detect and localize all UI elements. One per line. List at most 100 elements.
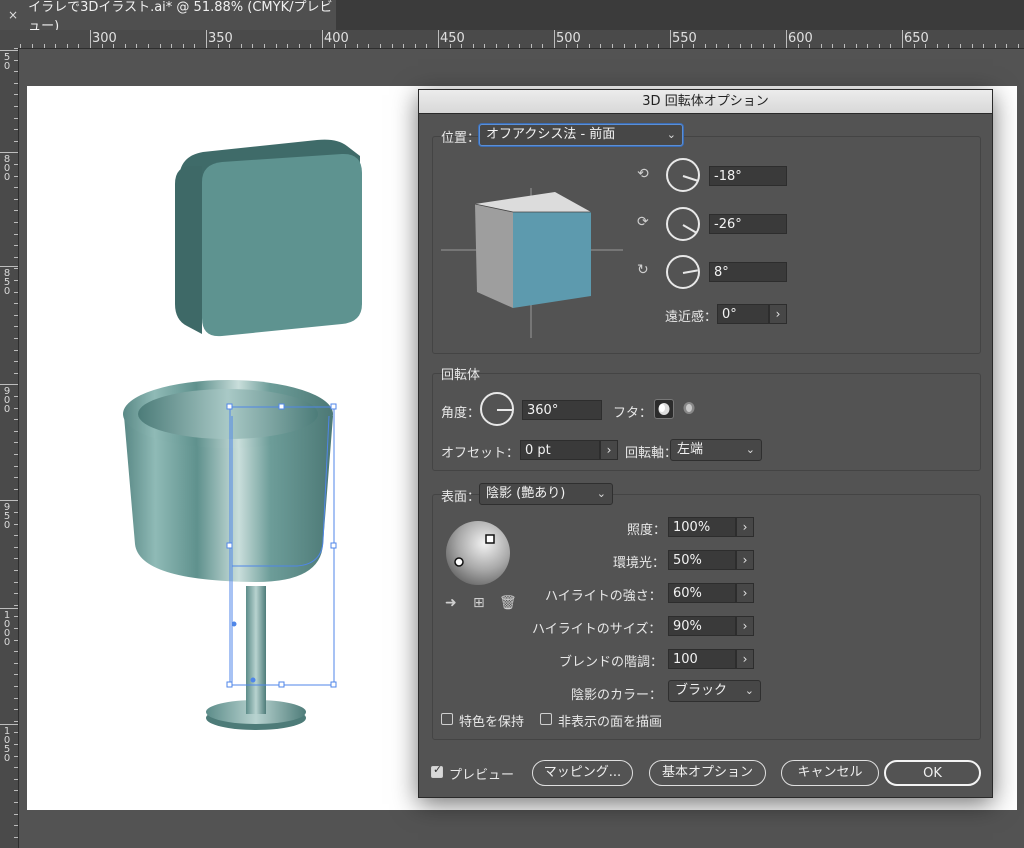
z-rotation-field[interactable]: 8° <box>709 262 787 282</box>
light-intensity-field[interactable]: 100% <box>668 517 736 537</box>
ruler-tick <box>14 384 18 386</box>
ruler-tick <box>14 488 18 490</box>
ruler-tick <box>14 222 18 223</box>
ruler-tick <box>14 790 18 792</box>
cancel-button[interactable]: キャンセル <box>781 760 879 786</box>
surface-select[interactable]: 陰影 (艶あり) ⌄ <box>479 483 613 505</box>
ruler-label: 400 <box>324 31 349 46</box>
ruler-tick <box>948 44 950 48</box>
ambient-light-field[interactable]: 50% <box>668 550 736 570</box>
ruler-major-tick <box>0 266 18 267</box>
ruler-tick <box>890 44 892 48</box>
offset-field[interactable]: 0 pt <box>520 440 600 460</box>
lighting-sphere[interactable] <box>445 520 511 586</box>
ruler-tick <box>14 593 18 595</box>
offset-slider-button[interactable]: › <box>600 440 618 460</box>
ruler-tick <box>14 256 18 258</box>
blend-steps-slider-button[interactable]: › <box>736 649 754 669</box>
x-rotation-dial[interactable] <box>666 158 700 192</box>
mapping-button[interactable]: マッピング... <box>532 760 633 786</box>
preserve-spot-checkbox[interactable] <box>441 713 453 725</box>
ruler-tick <box>484 44 486 48</box>
highlight-size-field[interactable]: 90% <box>668 616 736 636</box>
cap-label: フタ： <box>613 406 653 421</box>
y-rotation-dial[interactable] <box>666 207 700 241</box>
vertical-ruler[interactable]: 5 0 8 0 0 8 5 0 9 0 0 9 5 0 1 0 0 0 1 0 5 0 <box>0 48 19 848</box>
ruler-major-tick <box>438 30 439 48</box>
axis-value: 左端 <box>677 442 704 457</box>
ruler-tick <box>380 44 381 48</box>
cup-3d-object[interactable] <box>123 380 333 730</box>
ruler-tick <box>14 349 18 351</box>
ruler-tick <box>14 744 18 745</box>
ruler-tick <box>971 44 973 48</box>
rounded-block[interactable] <box>175 139 362 337</box>
perspective-slider-button[interactable]: › <box>769 304 787 324</box>
ambient-light-slider-button[interactable]: › <box>736 550 754 570</box>
highlight-size-slider-button[interactable]: › <box>736 616 754 636</box>
ruler-label: 5 0 <box>3 52 11 72</box>
ruler-tick <box>159 44 161 48</box>
cap-off-toggle[interactable] <box>680 399 700 419</box>
ruler-tick <box>867 44 869 48</box>
ruler-label: 9 0 0 <box>3 386 11 415</box>
ruler-tick <box>14 535 18 537</box>
light-intensity-slider-button[interactable]: › <box>736 517 754 537</box>
ruler-tick <box>14 419 18 421</box>
angle-field[interactable]: 360° <box>522 400 602 420</box>
cap-on-toggle[interactable] <box>654 399 674 419</box>
move-light-back-icon[interactable]: ➜ <box>445 595 457 611</box>
ruler-tick <box>14 117 18 119</box>
chevron-down-icon: ⌄ <box>745 443 755 456</box>
ruler-tick <box>994 44 996 48</box>
chevron-down-icon: ⌄ <box>744 684 754 697</box>
highlight-intensity-slider-button[interactable]: › <box>736 583 754 603</box>
light-intensity-label: 照度： <box>627 523 667 538</box>
z-rotation-dial[interactable] <box>666 255 700 289</box>
draw-hidden-faces-checkbox[interactable] <box>540 713 552 725</box>
ruler-tick <box>275 44 277 48</box>
highlight-intensity-field[interactable]: 60% <box>668 583 736 603</box>
blend-steps-label: ブレンドの階調： <box>559 655 664 670</box>
document-tab[interactable]: × イラレで3Dイラスト.ai* @ 51.88% (CMYK/プレビュー) <box>0 0 336 34</box>
preview-checkbox[interactable] <box>431 763 443 778</box>
blend-steps-field[interactable]: 100 <box>668 649 736 669</box>
ruler-tick <box>287 44 289 48</box>
ruler-tick <box>762 44 764 48</box>
ruler-tick <box>14 755 18 757</box>
delete-light-icon[interactable]: 🗑 <box>499 595 517 611</box>
ruler-label: 1 0 5 0 <box>3 726 11 764</box>
angle-dial[interactable] <box>480 392 514 426</box>
ruler-tick <box>194 44 196 48</box>
ruler-tick <box>14 82 18 84</box>
ruler-tick <box>403 44 405 48</box>
x-rotation-field[interactable]: -18° <box>709 166 787 186</box>
perspective-field[interactable]: 0° <box>717 304 769 324</box>
ruler-tick <box>14 604 18 606</box>
shading-color-select[interactable]: ブラック ⌄ <box>668 680 761 702</box>
basic-options-button[interactable]: 基本オプション <box>649 760 766 786</box>
ruler-tick <box>14 198 18 200</box>
horizontal-ruler[interactable]: 300 350 400 450 500 550 600 650 <box>18 30 1024 49</box>
ruler-tick <box>14 454 18 455</box>
ruler-tick <box>66 44 68 48</box>
ruler-tick <box>414 44 416 48</box>
new-light-icon[interactable]: ⊞ <box>473 595 485 611</box>
ruler-corner[interactable] <box>0 30 18 48</box>
ruler-tick <box>310 44 312 48</box>
axis-select[interactable]: 左端 ⌄ <box>670 439 762 461</box>
rotation-track-cube[interactable] <box>441 188 627 340</box>
ruler-tick <box>14 825 18 827</box>
ruler-tick <box>14 175 18 177</box>
ruler-tick <box>496 44 497 48</box>
y-rotation-field[interactable]: -26° <box>709 214 787 234</box>
ruler-tick <box>55 44 57 48</box>
ruler-tick <box>14 314 18 316</box>
ok-button[interactable]: OK <box>884 760 981 786</box>
preserve-spot-label: 特色を保持 <box>459 715 525 730</box>
position-preset-select[interactable]: オフアクシス法 - 前面 ⌄ <box>479 124 683 146</box>
ruler-tick <box>542 44 544 48</box>
close-tab-icon[interactable]: × <box>8 8 18 22</box>
highlight-intensity-label: ハイライトの強さ： <box>545 589 662 604</box>
ambient-light-label: 環境光： <box>613 556 666 571</box>
